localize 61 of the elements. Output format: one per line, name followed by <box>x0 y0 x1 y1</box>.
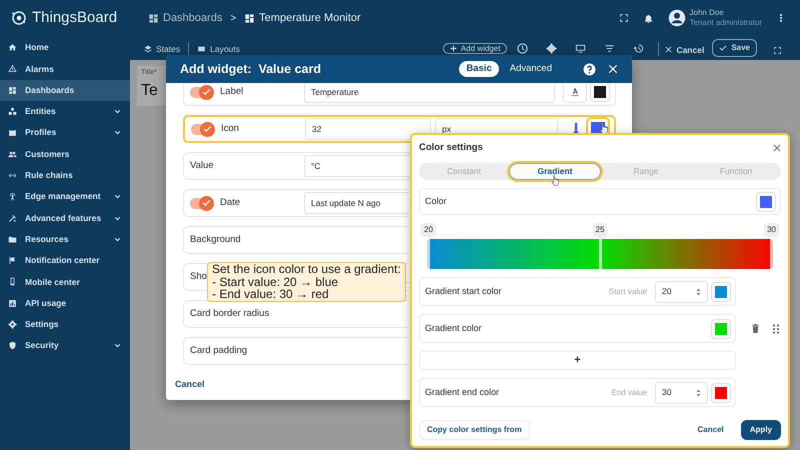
row-label: Sho <box>190 270 207 284</box>
row-label: Gradient color <box>425 322 483 335</box>
tooltip-line: - Start value: 20 → blue <box>212 276 340 288</box>
sidebar-item[interactable]: Alarms <box>0 58 130 80</box>
value-label: End value <box>611 386 647 399</box>
apply-button[interactable]: Apply <box>740 420 781 440</box>
breadcrumb-separator: > <box>230 12 236 26</box>
app-logo-text: ThingsBoard <box>32 8 118 28</box>
sidebar-item[interactable]: API usage <box>0 292 130 314</box>
sidebar-item[interactable]: Edge management <box>0 186 130 208</box>
value-label: Start value <box>608 286 647 298</box>
breadcrumb-link[interactable]: Temperature Monitor <box>244 10 361 26</box>
cancel-button[interactable]: Cancel <box>174 377 206 393</box>
sidebar-item[interactable]: Dashboards <box>0 80 130 101</box>
cancel-button[interactable]: Cancel <box>696 423 725 437</box>
row-label: Gradient end color <box>425 386 500 399</box>
sidebar-item[interactable]: Settings <box>0 314 130 336</box>
layouts-button[interactable]: Layouts <box>197 44 240 54</box>
cancel-button[interactable]: Cancel <box>665 44 704 54</box>
add-stop-button[interactable]: + <box>419 351 736 370</box>
add-widget-button[interactable]: Add widget <box>442 43 508 54</box>
tooltip-line: Set the icon color to use a gradient: <box>212 263 401 276</box>
row-label: Label <box>220 84 244 99</box>
sidebar-item[interactable]: Home <box>0 37 130 58</box>
number-field[interactable]: 20 <box>655 280 708 303</box>
gradient-stop-label: 25 <box>592 223 608 238</box>
row-label: Date <box>220 196 242 210</box>
dialog-title: Add widget: Value card <box>180 60 322 78</box>
user-name: John Doe <box>690 8 725 18</box>
sidebar-item[interactable]: Entities <box>0 100 130 122</box>
sidebar-item[interactable]: Customers <box>0 143 130 165</box>
sidebar-item[interactable]: Notification center <box>0 250 130 272</box>
mode-toggle[interactable]: Advanced <box>502 60 559 78</box>
sidebar-item[interactable]: Resources <box>0 228 130 250</box>
gradient-stop-label: 30 <box>764 223 779 238</box>
tooltip-line: - End value: 30 → red <box>212 288 330 300</box>
row-label: Background <box>190 232 241 247</box>
popup-title: Color settings <box>419 141 483 155</box>
row-label: Card padding <box>190 344 248 358</box>
row-label: Card border radius <box>190 306 270 321</box>
sidebar-item[interactable]: Profiles <box>0 122 130 144</box>
gradient-stop-label: 20 <box>421 223 436 238</box>
text-field[interactable]: Temperature <box>304 83 556 103</box>
save-button[interactable]: Save <box>712 39 757 57</box>
tab[interactable]: Gradient <box>509 163 601 180</box>
number-field[interactable]: 32 <box>305 118 432 140</box>
number-field[interactable]: 30 <box>655 382 708 404</box>
row-label: Icon <box>221 122 240 136</box>
breadcrumb-link[interactable]: Dashboards <box>148 10 222 26</box>
row-label: Gradient start color <box>425 285 503 298</box>
row-label: Color <box>425 195 447 208</box>
sidebar-item[interactable]: Security <box>0 335 130 356</box>
sidebar-item[interactable]: Mobile center <box>0 271 130 293</box>
mode-toggle[interactable]: Basic <box>459 60 499 78</box>
row-label: Value <box>190 158 215 173</box>
sidebar-item[interactable]: Advanced features <box>0 207 130 229</box>
copy-settings-button[interactable]: Copy color settings from <box>419 420 530 440</box>
user-role: Tenant administrator <box>690 18 762 28</box>
dashboard-title: Te <box>141 80 159 100</box>
sidebar-item[interactable]: Rule chains <box>0 164 130 186</box>
states-button[interactable]: States <box>144 44 180 54</box>
